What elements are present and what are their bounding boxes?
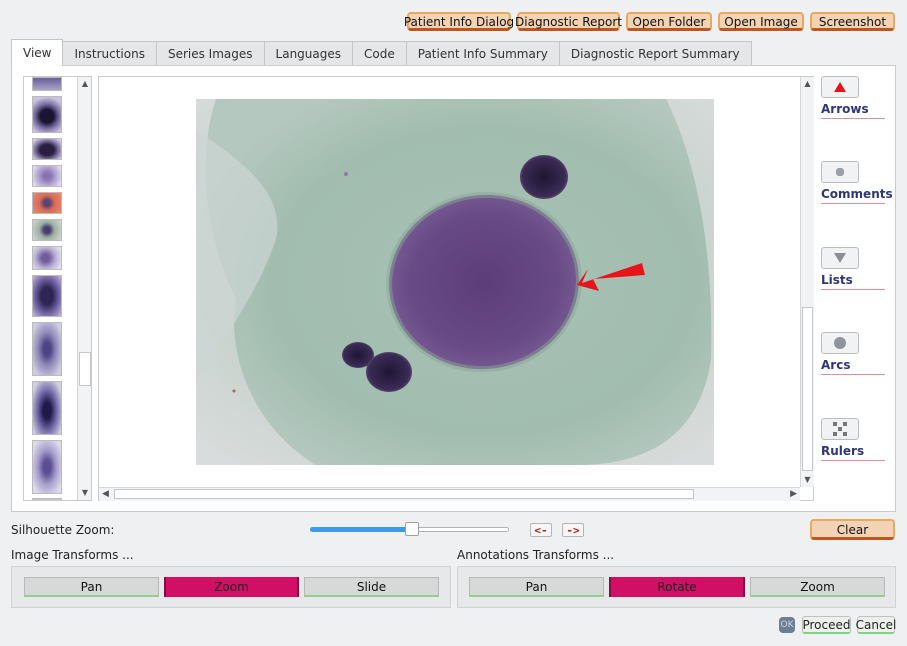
scroll-up-arrow-icon[interactable]: ▲	[78, 79, 91, 89]
scroll-up-arrow-icon[interactable]: ▲	[801, 79, 814, 89]
lists-tool-button[interactable]	[821, 247, 859, 269]
tab-diagnostic-report-summary[interactable]: Diagnostic Report Summary	[559, 41, 752, 66]
arcs-tool-button[interactable]	[821, 332, 859, 354]
proceed-button[interactable]: Proceed	[802, 616, 851, 634]
tab-patient-info-summary[interactable]: Patient Info Summary	[406, 41, 560, 66]
thumbnail[interactable]	[32, 440, 62, 494]
annotation-rotate-button[interactable]: Rotate	[609, 577, 745, 597]
arrows-tool-label: Arrows	[821, 102, 885, 119]
clear-button[interactable]: Clear	[810, 519, 895, 540]
image-slide-button[interactable]: Slide	[304, 577, 439, 597]
thumbnail[interactable]	[32, 322, 62, 376]
diagnostic-report-button[interactable]: Diagnostic Report	[515, 12, 622, 31]
thumbnail[interactable]	[32, 381, 62, 435]
slider-thumb[interactable]	[405, 522, 419, 536]
patient-info-dialog-button[interactable]: Patient Info Dialog	[404, 12, 514, 31]
image-transforms-group: Pan Zoom Slide	[11, 566, 451, 608]
triangle-icon	[834, 82, 846, 92]
thumbnail-scrollbar[interactable]: ▲ ▼	[77, 77, 91, 500]
thumbnail[interactable]	[32, 192, 62, 214]
lists-tool-label: Lists	[821, 273, 885, 290]
tool-comments[interactable]: Comments	[821, 161, 893, 204]
grid-dots-icon	[833, 422, 847, 436]
tab-code[interactable]: Code	[353, 41, 407, 66]
rulers-tool-label: Rulers	[821, 444, 885, 461]
thumbnail[interactable]	[32, 498, 62, 500]
image-zoom-button[interactable]: Zoom	[164, 577, 299, 597]
tool-lists[interactable]: Lists	[821, 247, 885, 290]
arcs-tool-label: Arcs	[821, 358, 885, 375]
open-folder-button[interactable]: Open Folder	[626, 12, 712, 31]
tab-view[interactable]: View	[11, 39, 64, 66]
next-button[interactable]: ->	[562, 523, 584, 537]
annotation-zoom-button[interactable]: Zoom	[750, 577, 885, 597]
viewer-horizontal-scrollbar[interactable]: ◀ ▶	[99, 487, 800, 501]
thumbnail-strip: ▲ ▼	[23, 76, 92, 501]
image-transforms-title: Image Transforms ...	[11, 548, 134, 562]
scrollbar-thumb[interactable]	[79, 352, 91, 386]
scroll-right-arrow-icon[interactable]: ▶	[790, 489, 797, 499]
ok-button[interactable]: OK	[779, 617, 795, 633]
tab-languages[interactable]: Languages	[264, 41, 354, 66]
scrollbar-thumb[interactable]	[802, 307, 813, 471]
tab-series-images[interactable]: Series Images	[156, 41, 265, 66]
silhouette-zoom-label: Silhouette Zoom:	[11, 523, 115, 537]
down-triangle-icon	[834, 253, 846, 263]
scroll-down-arrow-icon[interactable]: ▼	[801, 475, 814, 485]
thumbnail[interactable]	[32, 165, 62, 187]
open-image-button[interactable]: Open Image	[718, 12, 804, 31]
thumbnail[interactable]	[32, 77, 62, 91]
viewer-vertical-scrollbar[interactable]: ▲ ▼	[800, 77, 814, 487]
comments-tool-button[interactable]	[821, 161, 859, 183]
thumbnail[interactable]	[32, 219, 62, 241]
tool-arrows[interactable]: Arrows	[821, 76, 885, 119]
tab-instructions[interactable]: Instructions	[63, 41, 157, 66]
cytology-image	[196, 99, 714, 465]
image-pan-button[interactable]: Pan	[24, 577, 159, 597]
slider-fill	[310, 527, 413, 532]
comments-tool-label: Comments	[821, 187, 893, 204]
annotation-transforms-group: Pan Rotate Zoom	[457, 566, 896, 608]
scrollbar-thumb[interactable]	[114, 489, 694, 499]
scroll-left-arrow-icon[interactable]: ◀	[102, 489, 109, 499]
annotation-pan-button[interactable]: Pan	[469, 577, 604, 597]
rulers-tool-button[interactable]	[821, 418, 859, 440]
thumbnail[interactable]	[32, 246, 62, 270]
cancel-button[interactable]: Cancel	[856, 616, 896, 634]
thumbnail[interactable]	[32, 138, 62, 160]
tool-arcs[interactable]: Arcs	[821, 332, 885, 375]
scroll-down-arrow-icon[interactable]: ▼	[78, 488, 91, 498]
cell-microscopy-image[interactable]	[196, 99, 714, 465]
arrows-tool-button[interactable]	[821, 76, 859, 98]
annotation-transforms-title: Annotations Transforms ...	[457, 548, 615, 562]
tab-bar: View Instructions Series Images Language…	[11, 39, 752, 66]
tool-rulers[interactable]: Rulers	[821, 418, 885, 461]
thumbnail[interactable]	[32, 275, 62, 317]
previous-button[interactable]: <-	[530, 523, 552, 537]
octagon-icon	[836, 168, 844, 176]
thumbnail[interactable]	[32, 96, 62, 133]
screenshot-button[interactable]: Screenshot	[810, 12, 895, 31]
circle-icon	[834, 337, 846, 349]
